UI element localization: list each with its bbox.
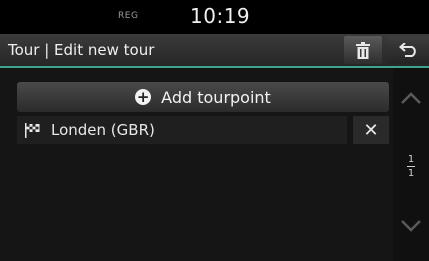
- flag-icon: [25, 122, 41, 138]
- delete-button[interactable]: [344, 36, 382, 64]
- total-pages: 1: [407, 168, 415, 179]
- reg-indicator: REG: [118, 11, 139, 21]
- title-bar: Tour | Edit new tour: [0, 34, 429, 68]
- tourpoint-item[interactable]: Londen (GBR): [17, 116, 347, 144]
- clock: 10:19: [190, 4, 251, 28]
- close-icon: ✕: [363, 119, 379, 141]
- back-arrow-icon: [398, 43, 416, 57]
- tourpoint-label: Londen (GBR): [51, 121, 155, 139]
- page-divider: [407, 166, 415, 167]
- scroll-panel: 1 1: [393, 68, 429, 261]
- remove-tourpoint-button[interactable]: ✕: [353, 116, 389, 144]
- page-title: Tour | Edit new tour: [8, 41, 155, 59]
- page-indicator: 1 1: [393, 154, 429, 179]
- plus-icon: +: [135, 88, 152, 106]
- current-page: 1: [407, 154, 415, 165]
- scroll-up-icon[interactable]: [401, 92, 421, 104]
- scroll-down-icon[interactable]: [401, 220, 421, 232]
- back-button[interactable]: [388, 36, 429, 64]
- status-bar: REG 10:19: [0, 0, 429, 34]
- add-tourpoint-label: Add tourpoint: [161, 87, 271, 107]
- tour-list-panel: + Add tourpoint Londen (GBR) ✕: [0, 68, 393, 261]
- trash-icon: [356, 41, 370, 59]
- add-tourpoint-button[interactable]: + Add tourpoint: [17, 82, 389, 112]
